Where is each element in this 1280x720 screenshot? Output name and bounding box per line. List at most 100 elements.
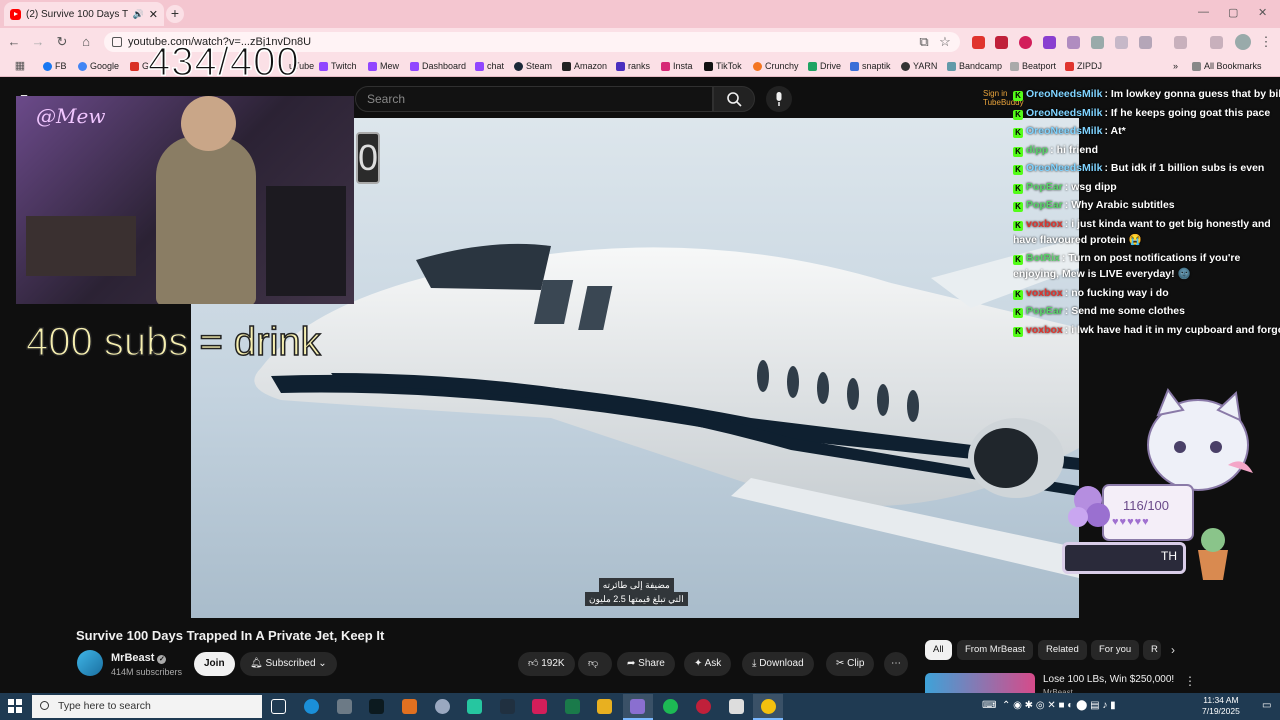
bookmark-twitch[interactable]: Twitch [319,61,357,71]
minimize-icon[interactable]: — [1198,6,1209,18]
brave-icon[interactable] [402,699,417,714]
more-actions-button[interactable]: ⋯ [884,652,908,676]
browser-menu-icon[interactable]: ⋮ [1258,34,1274,50]
chat-username[interactable]: BotRix [1026,252,1060,264]
subscribed-button[interactable]: 🔔︎ Subscribed ⌄ [240,652,337,676]
chat-username[interactable]: PopEar [1026,181,1063,193]
channel-avatar[interactable] [77,650,103,676]
app-icon[interactable] [435,699,450,714]
chat-username[interactable]: PopEar [1026,305,1063,317]
share-button[interactable]: ➦ Share [617,652,675,676]
back-icon[interactable]: ← [6,34,22,49]
bookmark-yarn[interactable]: YARN [901,61,937,71]
bookmark-amazon[interactable]: Amazon [562,61,607,71]
cast-icon[interactable]: ⧉ [916,34,932,50]
chat-username[interactable]: PopEar [1026,199,1063,211]
join-button[interactable]: Join [194,652,235,676]
tray-icons[interactable]: ⌃ ◉ ✱ ◎ ✕ ■ ◐ ⬤ ▤ ♪ ▮ [1002,700,1116,711]
apps-grid-icon[interactable]: ▦ [12,59,28,72]
clip-button[interactable]: ✂ Clip [826,652,875,676]
chat-username[interactable]: dipp [1026,144,1048,156]
new-tab-button[interactable]: + [166,5,184,23]
chat-username[interactable]: voxbox [1026,287,1063,299]
home-icon[interactable]: ⌂ [78,34,94,49]
extension-icon[interactable] [972,36,985,49]
close-window-icon[interactable]: ✕ [1258,6,1267,19]
channel-name[interactable]: MrBeast ✓ [111,652,167,664]
chat-username[interactable]: OreoNeedsMilk [1026,162,1102,174]
edge-icon[interactable] [304,699,319,714]
chip-r[interactable]: R [1143,640,1161,660]
windows-start-icon[interactable] [8,699,22,713]
chat-username[interactable]: OreoNeedsMilk [1026,88,1102,100]
maximize-icon[interactable]: ▢ [1228,6,1238,19]
chip-for-you[interactable]: For you [1091,640,1140,660]
app-icon[interactable] [565,699,580,714]
recommended-thumbnail[interactable] [925,673,1035,695]
dislike-button[interactable]: 👎︎ [578,652,612,676]
spotify-icon[interactable] [663,699,678,714]
recommended-title[interactable]: Lose 100 LBs, Win $250,000! [1043,674,1174,685]
app-icon[interactable] [532,699,547,714]
bookmark-drive[interactable]: Drive [808,61,841,71]
all-bookmarks[interactable]: All Bookmarks [1192,61,1262,71]
bookmark-google[interactable]: Google [78,61,119,71]
file-explorer-icon[interactable] [597,699,612,714]
chip-from-mrbeast[interactable]: From MrBeast [957,640,1034,660]
bookmark-insta[interactable]: Insta [661,61,693,71]
site-info-icon[interactable] [112,37,122,47]
bookmark-gmail[interactable]: G [130,61,149,71]
taskbar-search-input[interactable]: Type here to search [32,695,262,718]
voice-search-button[interactable] [766,86,792,112]
side-panel-icon[interactable] [1174,36,1187,49]
downloads-icon[interactable] [1210,36,1223,49]
bookmark-ranks[interactable]: ranks [616,61,650,71]
chat-username[interactable]: OreoNeedsMilk [1026,125,1102,137]
chat-username[interactable]: voxbox [1026,218,1063,230]
like-button[interactable]: 👍︎ 192K [518,652,575,676]
app-icon[interactable] [467,699,482,714]
bookmark-fb[interactable]: FB [43,61,67,71]
browser-tab[interactable]: (2) Survive 100 Days Trappe 🔊 ✕ [4,2,164,26]
audio-icon[interactable]: 🔊 [133,9,144,20]
bookmark-snaptik[interactable]: snaptik [850,61,891,71]
app-icon[interactable] [500,699,515,714]
download-button[interactable]: ⤓ Download [742,652,814,676]
ask-button[interactable]: ✦ Ask [684,652,732,676]
youtube-search-input[interactable]: Search [355,86,713,112]
app-icon[interactable] [630,699,645,714]
recommended-menu-icon[interactable]: ⋮ [1184,674,1196,688]
bookmark-dashboard[interactable]: Dashboard [410,61,466,71]
extension-icon[interactable] [1019,36,1032,49]
bookmark-crunchy[interactable]: Crunchy [753,61,799,71]
app-icon[interactable] [696,699,711,714]
search-button[interactable] [713,86,755,112]
chevron-right-icon[interactable]: › [1171,643,1175,657]
bookmark-chat[interactable]: chat [475,61,504,71]
app-icon[interactable] [369,699,384,714]
keyboard-icon[interactable]: ⌨ [982,700,996,711]
bookmark-tiktok[interactable]: TikTok [704,61,742,71]
bookmark-zipdj[interactable]: ZIPDJ [1065,61,1102,71]
tab-close-icon[interactable]: ✕ [149,8,158,21]
bookmark-star-icon[interactable]: ☆ [937,34,953,50]
extension-icon[interactable] [1115,36,1128,49]
extension-icon[interactable] [1091,36,1104,49]
forward-icon[interactable]: → [30,34,46,49]
bookmark-bandcamp[interactable]: Bandcamp [947,61,1002,71]
taskbar-clock[interactable]: 11:34 AM 7/19/2025 [1202,695,1240,717]
profile-avatar[interactable] [1235,34,1251,50]
extension-icon[interactable] [1043,36,1056,49]
bookmarks-overflow-icon[interactable]: » [1173,61,1178,71]
extension-icon[interactable] [995,36,1008,49]
chat-username[interactable]: voxbox [1026,324,1063,336]
chrome-icon[interactable] [761,699,776,714]
notifications-icon[interactable]: ▭ [1262,700,1271,711]
app-icon[interactable] [729,699,744,714]
chip-related[interactable]: Related [1038,640,1087,660]
app-icon[interactable] [337,699,352,714]
extension-icon[interactable] [1067,36,1080,49]
bookmark-mew[interactable]: Mew [368,61,399,71]
bookmark-steam[interactable]: Steam [514,61,552,71]
reload-icon[interactable]: ↻ [54,34,70,50]
